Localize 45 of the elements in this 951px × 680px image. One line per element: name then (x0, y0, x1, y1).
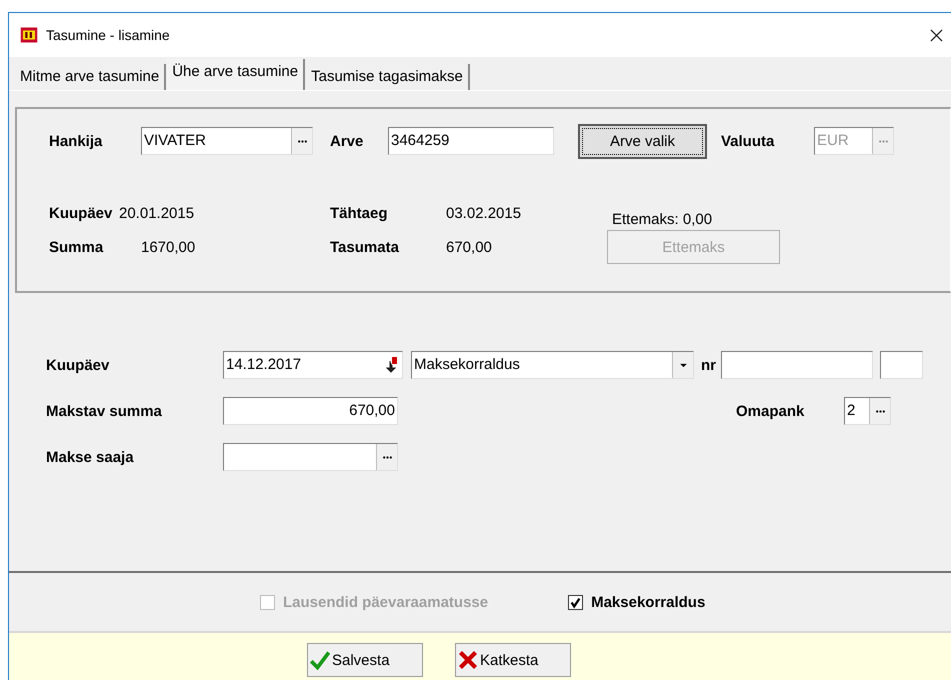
payment-type-dropdown[interactable]: Maksekorraldus (411, 351, 694, 379)
due-date-value: 03.02.2015 (446, 205, 522, 222)
save-button[interactable]: Salvesta (307, 643, 423, 677)
invoice-field[interactable]: 3464259 (388, 127, 554, 155)
cancel-button[interactable]: Katkesta (455, 643, 571, 677)
invoice-label: Arve (330, 132, 364, 150)
cross-icon (458, 650, 478, 670)
dropdown-arrow-icon (678, 362, 688, 368)
sum-value: 1670,00 (141, 238, 196, 256)
unpaid-label: Tasumata (330, 238, 400, 256)
number-field[interactable] (721, 351, 873, 379)
check-mark-icon (310, 650, 330, 670)
amount-field[interactable]: 670,00 (223, 397, 398, 425)
own-bank-label: Omapank (736, 402, 806, 420)
ellipsis-icon (382, 454, 392, 460)
ellipsis-icon (296, 138, 308, 144)
recipient-field[interactable] (223, 443, 398, 471)
app-logo-icon (20, 26, 38, 44)
prepayment-text: Ettemaks: 0,00 (612, 211, 712, 228)
number-suffix-field[interactable] (880, 351, 923, 379)
close-icon[interactable] (930, 28, 943, 42)
calendar-arrow-icon[interactable] (386, 357, 398, 373)
ellipsis-icon (874, 408, 886, 414)
supplier-field[interactable]: VIVATER (141, 127, 313, 155)
browse-button[interactable] (869, 398, 890, 424)
payment-date-field[interactable]: 14.12.2017 (223, 351, 403, 379)
due-date-label: Tähtaeg (330, 205, 389, 222)
date-value: 20.01.2015 (119, 205, 196, 222)
invoice-select-button[interactable]: Arve valik (578, 124, 707, 158)
checkbox[interactable]: Maksekorraldus (568, 594, 706, 610)
browse-button[interactable] (376, 444, 397, 470)
payment-date-label: Kuupäev (46, 356, 110, 374)
check-mark-icon (569, 596, 582, 608)
ellipsis-icon (878, 138, 888, 144)
browse-button[interactable] (291, 128, 312, 154)
number-label: nr (701, 356, 717, 374)
window-title: Tasumine - lisamine (46, 27, 171, 43)
amount-label: Makstav summa (46, 402, 163, 420)
currency-label: Valuuta (721, 132, 776, 150)
unpaid-value: 670,00 (446, 238, 493, 256)
own-bank-field[interactable]: 2 (844, 397, 891, 425)
supplier-label: Hankija (49, 132, 104, 150)
sum-label: Summa (49, 238, 104, 256)
recipient-label: Makse saaja (46, 448, 135, 466)
date-label: Kuupäev (49, 205, 114, 222)
